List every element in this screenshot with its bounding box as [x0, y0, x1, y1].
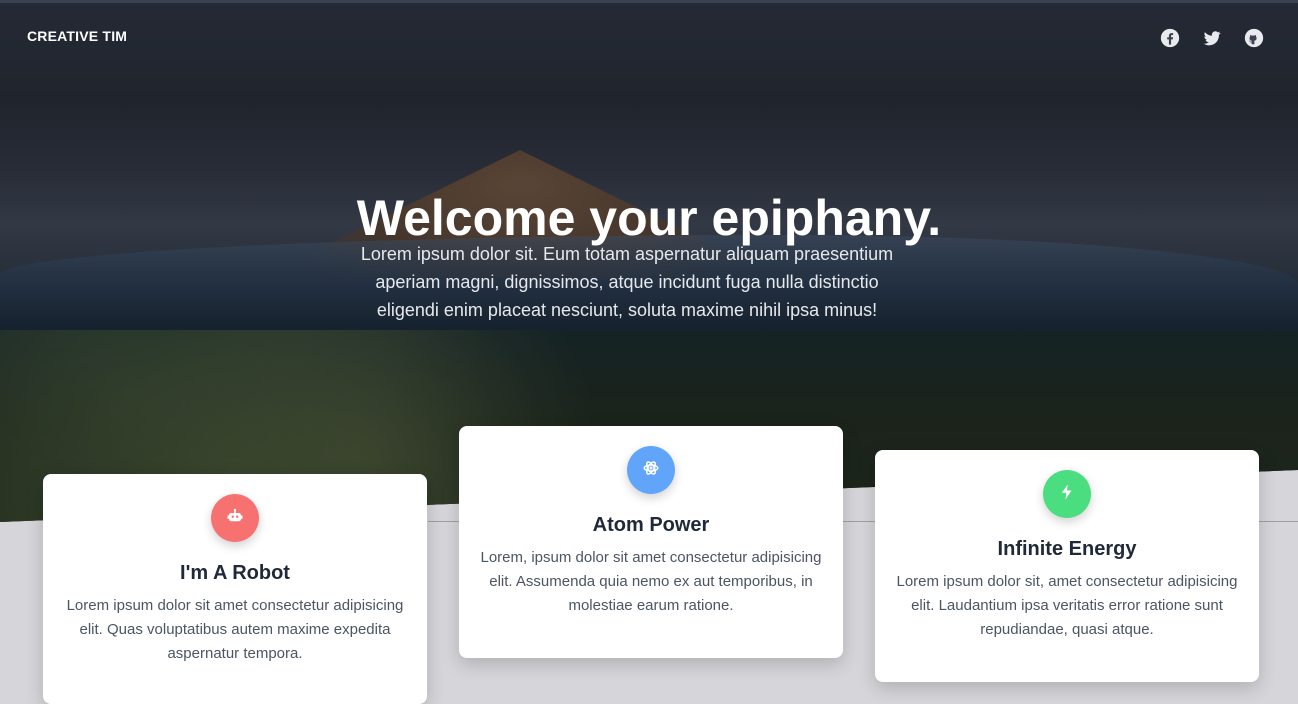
- robot-badge: [211, 494, 259, 542]
- facebook-link[interactable]: [1159, 27, 1181, 49]
- atom-badge: [627, 446, 675, 494]
- brand-logo-link[interactable]: CREATIVE TIM: [27, 28, 127, 44]
- atom-icon: [642, 459, 660, 482]
- hero-title: Welcome your epiphany.: [356, 189, 942, 246]
- hero-description: Lorem ipsum dolor sit. Eum totam asperna…: [360, 244, 894, 320]
- robot-icon: [226, 507, 244, 530]
- feature-text: Lorem, ipsum dolor sit amet consectetur …: [480, 549, 822, 614]
- feature-title: Atom Power: [592, 514, 710, 536]
- bolt-icon: [1058, 483, 1076, 506]
- feature-title: Infinite Energy: [997, 538, 1137, 560]
- feature-text: Lorem ipsum dolor sit amet consectetur a…: [66, 597, 404, 662]
- twitter-icon: [1202, 28, 1222, 48]
- github-icon: [1244, 28, 1264, 48]
- feature-card-atom: Atom Power Lorem, ipsum dolor sit amet c…: [459, 426, 843, 658]
- feature-card-robot: I'm A Robot Lorem ipsum dolor sit amet c…: [43, 474, 427, 704]
- feature-title: I'm A Robot: [180, 562, 290, 584]
- feature-card-energy: Infinite Energy Lorem ipsum dolor sit, a…: [875, 450, 1259, 682]
- feature-text: Lorem ipsum dolor sit, amet consectetur …: [896, 573, 1238, 638]
- github-link[interactable]: [1243, 27, 1265, 49]
- facebook-icon: [1160, 28, 1180, 48]
- twitter-link[interactable]: [1201, 27, 1223, 49]
- bolt-badge: [1043, 470, 1091, 518]
